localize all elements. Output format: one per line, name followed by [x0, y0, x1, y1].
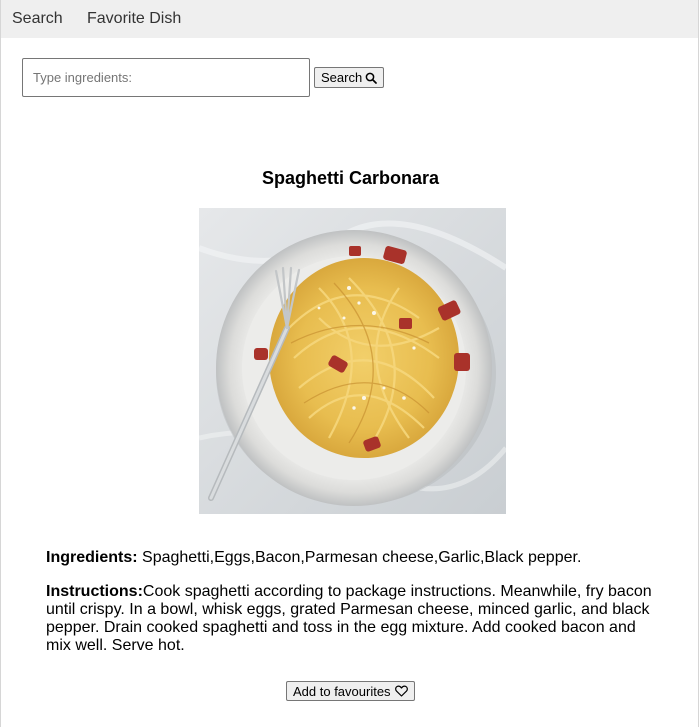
search-button[interactable]: Search [314, 67, 385, 88]
ingredients-search-input[interactable] [22, 58, 310, 97]
instructions-label: Instructions: [46, 583, 143, 600]
recipe-image [199, 208, 506, 514]
ingredients-section: Ingredients: Spaghetti,Eggs,Bacon,Parmes… [46, 549, 658, 567]
nav-item-favorite-dish[interactable]: Favorite Dish [87, 10, 181, 28]
search-button-label: Search [321, 70, 363, 85]
ingredients-text: Spaghetti,Eggs,Bacon,Parmesan cheese,Gar… [142, 549, 582, 566]
search-icon [365, 72, 378, 84]
heart-icon [394, 685, 408, 697]
recipe-title: Spaghetti Carbonara [261, 168, 440, 188]
add-to-favourites-button[interactable]: Add to favourites [286, 681, 415, 701]
instructions-section: Instructions:Cook spaghetti according to… [46, 583, 658, 655]
add-to-favourites-label: Add to favourites [293, 683, 391, 699]
nav-item-search[interactable]: Search [12, 10, 63, 28]
ingredients-label: Ingredients: [46, 549, 138, 566]
app-window: Search Favorite Dish Search Spaghetti Ca… [0, 0, 699, 727]
top-navbar: Search Favorite Dish [1, 0, 698, 38]
